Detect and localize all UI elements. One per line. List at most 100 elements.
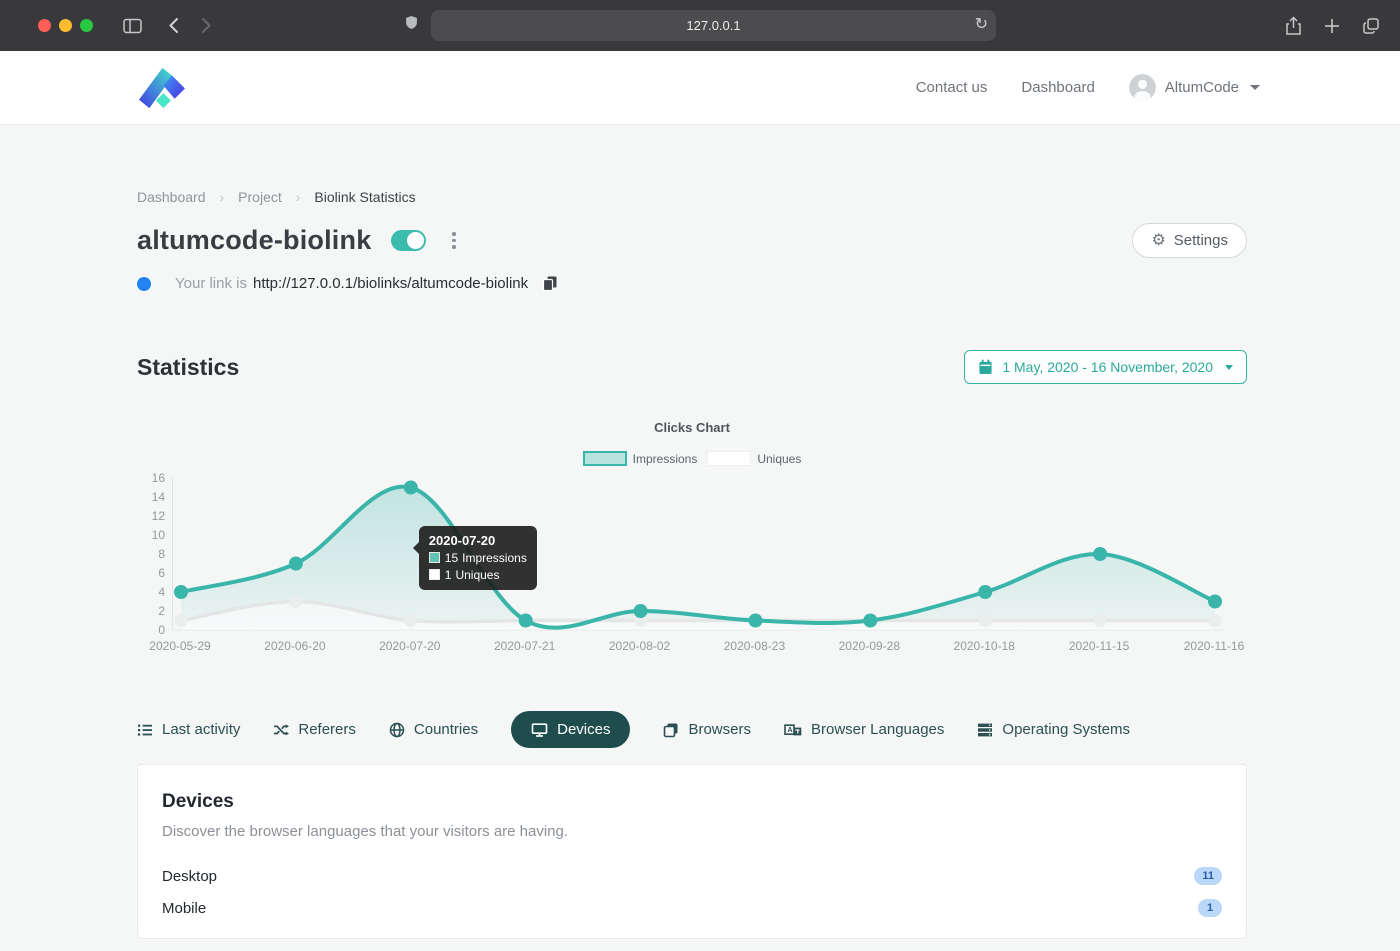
new-tab-icon[interactable] [1324,18,1340,34]
address-bar[interactable]: 127.0.0.1 ↻ [431,10,996,41]
uniques-swatch [429,569,440,580]
tab-overview-icon[interactable] [1362,17,1380,35]
sidebar-toggle-icon[interactable] [123,18,142,34]
calendar-icon [978,359,993,375]
count-badge: 1 [1198,899,1222,917]
user-menu[interactable]: AltumCode [1129,74,1260,101]
main-content: Dashboard › Project › Biolink Statistics… [137,189,1247,939]
y-tick-label: 0 [158,623,165,637]
reload-icon[interactable]: ↻ [975,14,988,34]
x-tick-label: 2020-08-23 [724,639,785,653]
chart-tooltip: 2020-07-20 15 Impressions 1 Uniques [419,526,537,590]
device-list: Desktop 11 Mobile 1 [162,860,1222,924]
shield-icon[interactable] [404,14,419,37]
tab-last-activity[interactable]: Last activity [137,721,240,738]
list-icon [137,722,153,738]
breadcrumb-separator-icon: › [220,189,225,205]
chart-legend: Impressions Uniques [137,451,1247,466]
statistics-tabs: Last activity Referers Countries Devices… [137,711,1247,748]
close-window-icon[interactable] [38,19,51,32]
copy-link-icon[interactable] [542,275,558,292]
zoom-window-icon[interactable] [80,19,93,32]
minimize-window-icon[interactable] [59,19,72,32]
y-axis: 0246810121416 [137,478,165,630]
biolink-url[interactable]: http://127.0.0.1/biolinks/altumcode-biol… [253,275,528,292]
forward-icon[interactable] [201,17,212,34]
y-tick-label: 4 [158,585,165,599]
legend-uniques[interactable]: Uniques [707,451,801,466]
more-options-icon[interactable] [448,228,460,253]
page-title: altumcode-biolink [137,225,371,256]
x-axis: 2020-05-292020-06-202020-07-202020-07-21… [172,639,1247,657]
address-bar-url: 127.0.0.1 [686,18,740,33]
breadcrumb-dashboard[interactable]: Dashboard [137,189,206,205]
tab-devices[interactable]: Devices [511,711,630,748]
tab-referers[interactable]: Referers [273,721,356,738]
y-tick-label: 8 [158,547,165,561]
y-tick-label: 10 [152,528,165,542]
breadcrumb-separator-icon: › [296,189,301,205]
tab-operating-systems[interactable]: Operating Systems [977,721,1130,738]
translate-icon: A [784,722,802,738]
svg-text:A: A [787,727,792,734]
shuffle-icon [273,722,289,738]
user-menu-label: AltumCode [1165,79,1239,96]
x-tick-label: 2020-07-20 [379,639,440,653]
monitor-icon [531,722,548,738]
chart-area: 0246810121416 2020-07-20 15 [137,478,1247,657]
tooltip-impressions-row: 15 Impressions [429,551,527,565]
tab-browsers[interactable]: Browsers [663,721,751,738]
x-tick-label: 2020-11-16 [1184,639,1245,653]
chart-title: Clicks Chart [137,420,1247,435]
nav-dashboard[interactable]: Dashboard [1021,79,1094,96]
tooltip-uniques-row: 1 Uniques [429,568,527,582]
devices-card-subtitle: Discover the browser languages that your… [162,823,1222,840]
settings-button[interactable]: ⚙ Settings [1132,223,1247,258]
date-range-picker[interactable]: 1 May, 2020 - 16 November, 2020 [964,350,1247,384]
share-icon[interactable] [1285,16,1302,36]
tooltip-arrow [413,542,419,554]
window-icon [663,722,679,738]
tab-browser-languages[interactable]: A Browser Languages [784,721,944,738]
device-row-desktop: Desktop 11 [162,860,1222,892]
uniques-swatch [707,451,751,466]
x-tick-label: 2020-05-29 [149,639,210,653]
x-tick-label: 2020-11-15 [1069,639,1130,653]
site-header: Contact us Dashboard AltumCode [0,51,1400,125]
settings-button-label: Settings [1174,232,1228,249]
status-dot [137,277,151,291]
count-badge: 11 [1194,867,1222,885]
date-range-label: 1 May, 2020 - 16 November, 2020 [1002,359,1213,375]
device-row-mobile: Mobile 1 [162,892,1222,924]
globe-icon [389,722,405,738]
altumcode-logo[interactable] [137,65,186,110]
stack-icon [977,722,993,738]
legend-impressions[interactable]: Impressions [583,451,698,466]
biolink-enabled-toggle[interactable] [391,230,426,251]
statistics-row: Statistics 1 May, 2020 - 16 November, 20… [137,350,1247,384]
gear-icon: ⚙ [1151,233,1165,249]
link-row: Your link is http://127.0.0.1/biolinks/a… [137,275,1247,292]
site-nav: Contact us Dashboard AltumCode [916,74,1260,101]
breadcrumb-project[interactable]: Project [238,189,282,205]
browser-chrome: 127.0.0.1 ↻ [0,0,1400,51]
impressions-swatch [583,451,627,466]
link-prefix: Your link is [175,275,247,292]
x-tick-label: 2020-09-28 [839,639,900,653]
chart-plot[interactable]: 2020-07-20 15 Impressions 1 Uniques [172,478,1247,630]
x-tick-label: 2020-08-02 [609,639,670,653]
devices-card: Devices Discover the browser languages t… [137,764,1247,939]
nav-contact-us[interactable]: Contact us [916,79,988,96]
y-tick-label: 12 [152,509,165,523]
impressions-swatch [429,552,440,563]
x-tick-label: 2020-06-20 [264,639,325,653]
back-icon[interactable] [168,17,179,34]
clicks-chart: Clicks Chart Impressions Uniques 0246810… [137,420,1247,657]
x-tick-label: 2020-07-21 [494,639,555,653]
title-row: altumcode-biolink ⚙ Settings [137,223,1247,258]
tooltip-title: 2020-07-20 [429,533,527,548]
y-tick-label: 14 [152,490,165,504]
devices-card-title: Devices [162,791,1222,813]
tab-countries[interactable]: Countries [389,721,478,738]
statistics-heading: Statistics [137,354,239,381]
